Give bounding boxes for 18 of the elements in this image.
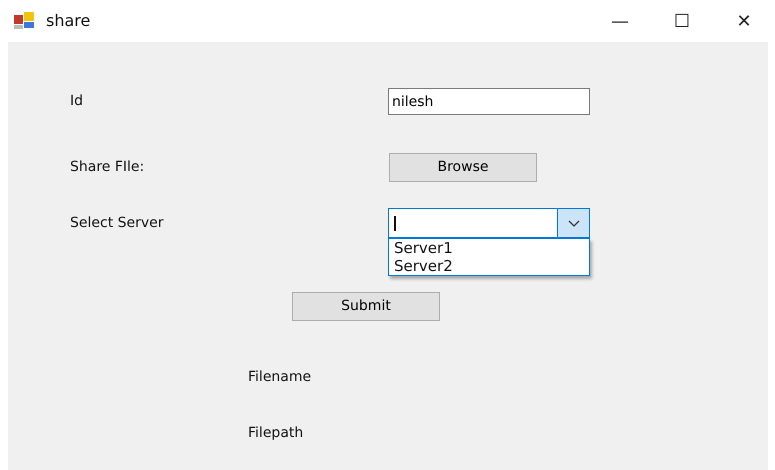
window-title: share (46, 10, 90, 32)
minimize-button[interactable]: — (589, 6, 651, 36)
close-button[interactable]: ✕ (713, 6, 775, 36)
field-label: Share FIle: (70, 159, 146, 176)
text-cursor-icon (394, 216, 396, 231)
app-icon (14, 12, 34, 30)
id-field[interactable]: nilesh (388, 88, 590, 115)
chevron-down-icon (568, 220, 580, 226)
browse-button[interactable]: Browse (389, 153, 537, 182)
dropdown-option[interactable]: Server2 (389, 257, 589, 275)
submit-button[interactable]: Submit (292, 292, 440, 321)
field-label: Filepath (248, 425, 304, 442)
dropdown-option[interactable]: Server1 (389, 239, 589, 257)
field-label: Id (70, 93, 84, 110)
server-combobox[interactable] (388, 208, 590, 238)
field-label: Filename (248, 369, 312, 386)
field-label: Select Server (70, 214, 165, 232)
maximize-button[interactable]: ☐ (651, 6, 713, 36)
